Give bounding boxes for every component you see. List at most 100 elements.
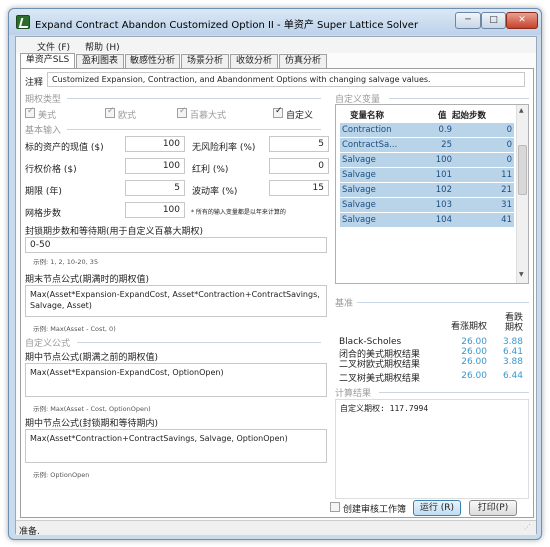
tab-single-asset[interactable]: 单资产SLS [20,53,75,69]
steps-input[interactable]: 100 [125,202,185,218]
var-name: Contraction [342,125,392,135]
tab-convergence[interactable]: 收敛分析 [230,54,278,68]
american-label: 美式 [38,111,57,121]
minimize-button[interactable]: ─ [455,12,481,29]
var-row[interactable]: Salvage 102 21 [340,183,514,197]
blackout-example: 示例: 1, 2, 10-20, 35 [33,258,99,266]
close-button[interactable]: ✕ [506,12,538,29]
strike-label: 行权价格 ($) [25,165,77,175]
bench-name: 二叉树美式期权结果 [339,374,421,384]
intermediate-example: 示例: Max(Asset - Cost, OptionOpen) [33,405,151,413]
custom-vars-divider [389,98,529,99]
bench-call: 26.00 [461,347,487,357]
var-value: 102 [435,185,452,195]
tab-payoff-chart[interactable]: 盈利图表 [76,54,124,68]
european-checkbox[interactable] [105,106,115,118]
intermediate-label: 期中节点公式(期满之前的期权值) [25,353,159,363]
dividend-label: 红利 (%) [192,165,229,175]
var-step: 41 [501,215,512,225]
bench-put: 3.88 [502,337,523,347]
blackout-input[interactable]: 0-50 [25,237,327,253]
annual-note: * 所有的输入变量都是以年来计算的 [191,209,286,216]
var-row[interactable]: Salvage 104 41 [340,213,514,227]
menu-file[interactable]: 文件 (F) [37,40,70,53]
scroll-down-icon[interactable]: ▼ [519,271,524,278]
tab-scenario[interactable]: 场景分析 [181,54,229,68]
status-text: 准备. [19,527,40,537]
terminal-label: 期末节点公式(期满时的期权值) [25,275,150,285]
call-col-header: 看涨期权 [451,322,488,332]
tab-sensitivity[interactable]: 敏感性分析 [125,54,180,68]
var-row[interactable]: Contraction 0.9 0 [340,123,514,137]
var-row[interactable]: Salvage 103 31 [340,198,514,212]
title-bar[interactable]: Expand Contract Abandon Customized Optio… [9,9,541,35]
vars-scrollbar[interactable]: ▲ ▼ [516,105,528,283]
intermediate-equation-input[interactable]: Max(Asset*Expansion-ExpandCost, OptionOp… [25,363,327,397]
scroll-thumb[interactable] [518,145,527,195]
results-output: 自定义期权: 117.7994 [335,399,529,499]
pv-label: 标的资产的现值 ($) [25,143,104,153]
terminal-equation-input[interactable]: Max(Asset*Expansion-ExpandCost, Asset*Co… [25,285,327,317]
var-name: Salvage [342,215,376,225]
option-type-divider [67,98,321,99]
volatility-label: 波动率 (%) [192,187,238,197]
intermediate-blackout-label: 期中节点公式(封锁期和等待期内) [25,419,159,429]
volatility-input[interactable]: 15 [269,180,329,196]
intermediate-blackout-equation-input[interactable]: Max(Asset*Contraction+ContractSavings, S… [25,429,327,463]
var-step: 0 [506,125,512,135]
var-name: Salvage [342,185,376,195]
maximize-button[interactable]: □ [481,12,506,29]
audit-label: 创建审核工作簿 [343,505,407,515]
var-value: 25 [441,140,452,150]
var-row[interactable]: Salvage 101 11 [340,168,514,182]
european-label: 欧式 [118,111,137,121]
var-value: 101 [435,170,452,180]
blackout-label: 封锁期步数和等待期(用于自定义百慕大期权) [25,227,204,237]
var-name: ContractSa... [342,140,398,150]
var-row[interactable]: ContractSa... 25 0 [340,138,514,152]
basic-input-divider [67,129,321,130]
risk-free-input[interactable]: 5 [269,136,329,152]
maturity-label: 期限 (年) [25,187,62,197]
single-asset-panel: 注释 Customized Expansion, Contraction, an… [20,68,534,518]
col-header-value: 值 [438,111,447,121]
var-value: 103 [435,200,452,210]
notes-input[interactable]: Customized Expansion, Contraction, and A… [47,72,525,87]
custom-checkbox[interactable] [273,106,283,118]
custom-label: 自定义 [286,111,314,121]
bench-call: 26.00 [461,371,487,381]
pv-input[interactable]: 100 [125,136,185,152]
maturity-input[interactable]: 5 [125,180,185,196]
custom-formula-header: 自定义公式 [25,339,71,349]
tab-simulation[interactable]: 仿真分析 [279,54,327,68]
strike-input[interactable]: 100 [125,158,185,174]
results-divider [379,392,529,393]
scroll-up-icon[interactable]: ▲ [519,107,524,114]
var-name: Salvage [342,170,376,180]
bench-call: 26.00 [461,357,487,367]
var-name: Salvage [342,155,376,165]
var-row[interactable]: Salvage 100 0 [340,153,514,167]
audit-checkbox[interactable] [330,502,340,512]
var-step: 0 [506,140,512,150]
col-header-name: 变量名称 [350,111,385,121]
menu-help[interactable]: 帮助 (H) [85,40,120,53]
bench-put: 6.44 [502,371,523,381]
var-name: Salvage [342,200,376,210]
var-value: 0.9 [438,125,452,135]
terminal-example: 示例: Max(Asset - Cost, 0) [33,325,116,333]
bench-name: 二叉树欧式期权结果 [339,360,421,370]
american-checkbox[interactable] [25,106,35,118]
run-button[interactable]: 运行 (R) [413,500,461,516]
var-step: 21 [501,185,512,195]
bench-name: Black-Scholes [339,337,402,347]
status-bar: 准备. ⋰ [16,520,536,537]
basic-input-header: 基本输入 [25,126,62,136]
custom-formula-divider [77,342,321,343]
dividend-input[interactable]: 0 [269,158,329,174]
print-button[interactable]: 打印(P) [469,500,517,516]
option-type-header: 期权类型 [25,95,62,105]
resize-grip-icon[interactable]: ⋰ [524,523,531,531]
bermudan-checkbox[interactable] [177,106,187,118]
app-window: Expand Contract Abandon Customized Optio… [8,8,542,540]
